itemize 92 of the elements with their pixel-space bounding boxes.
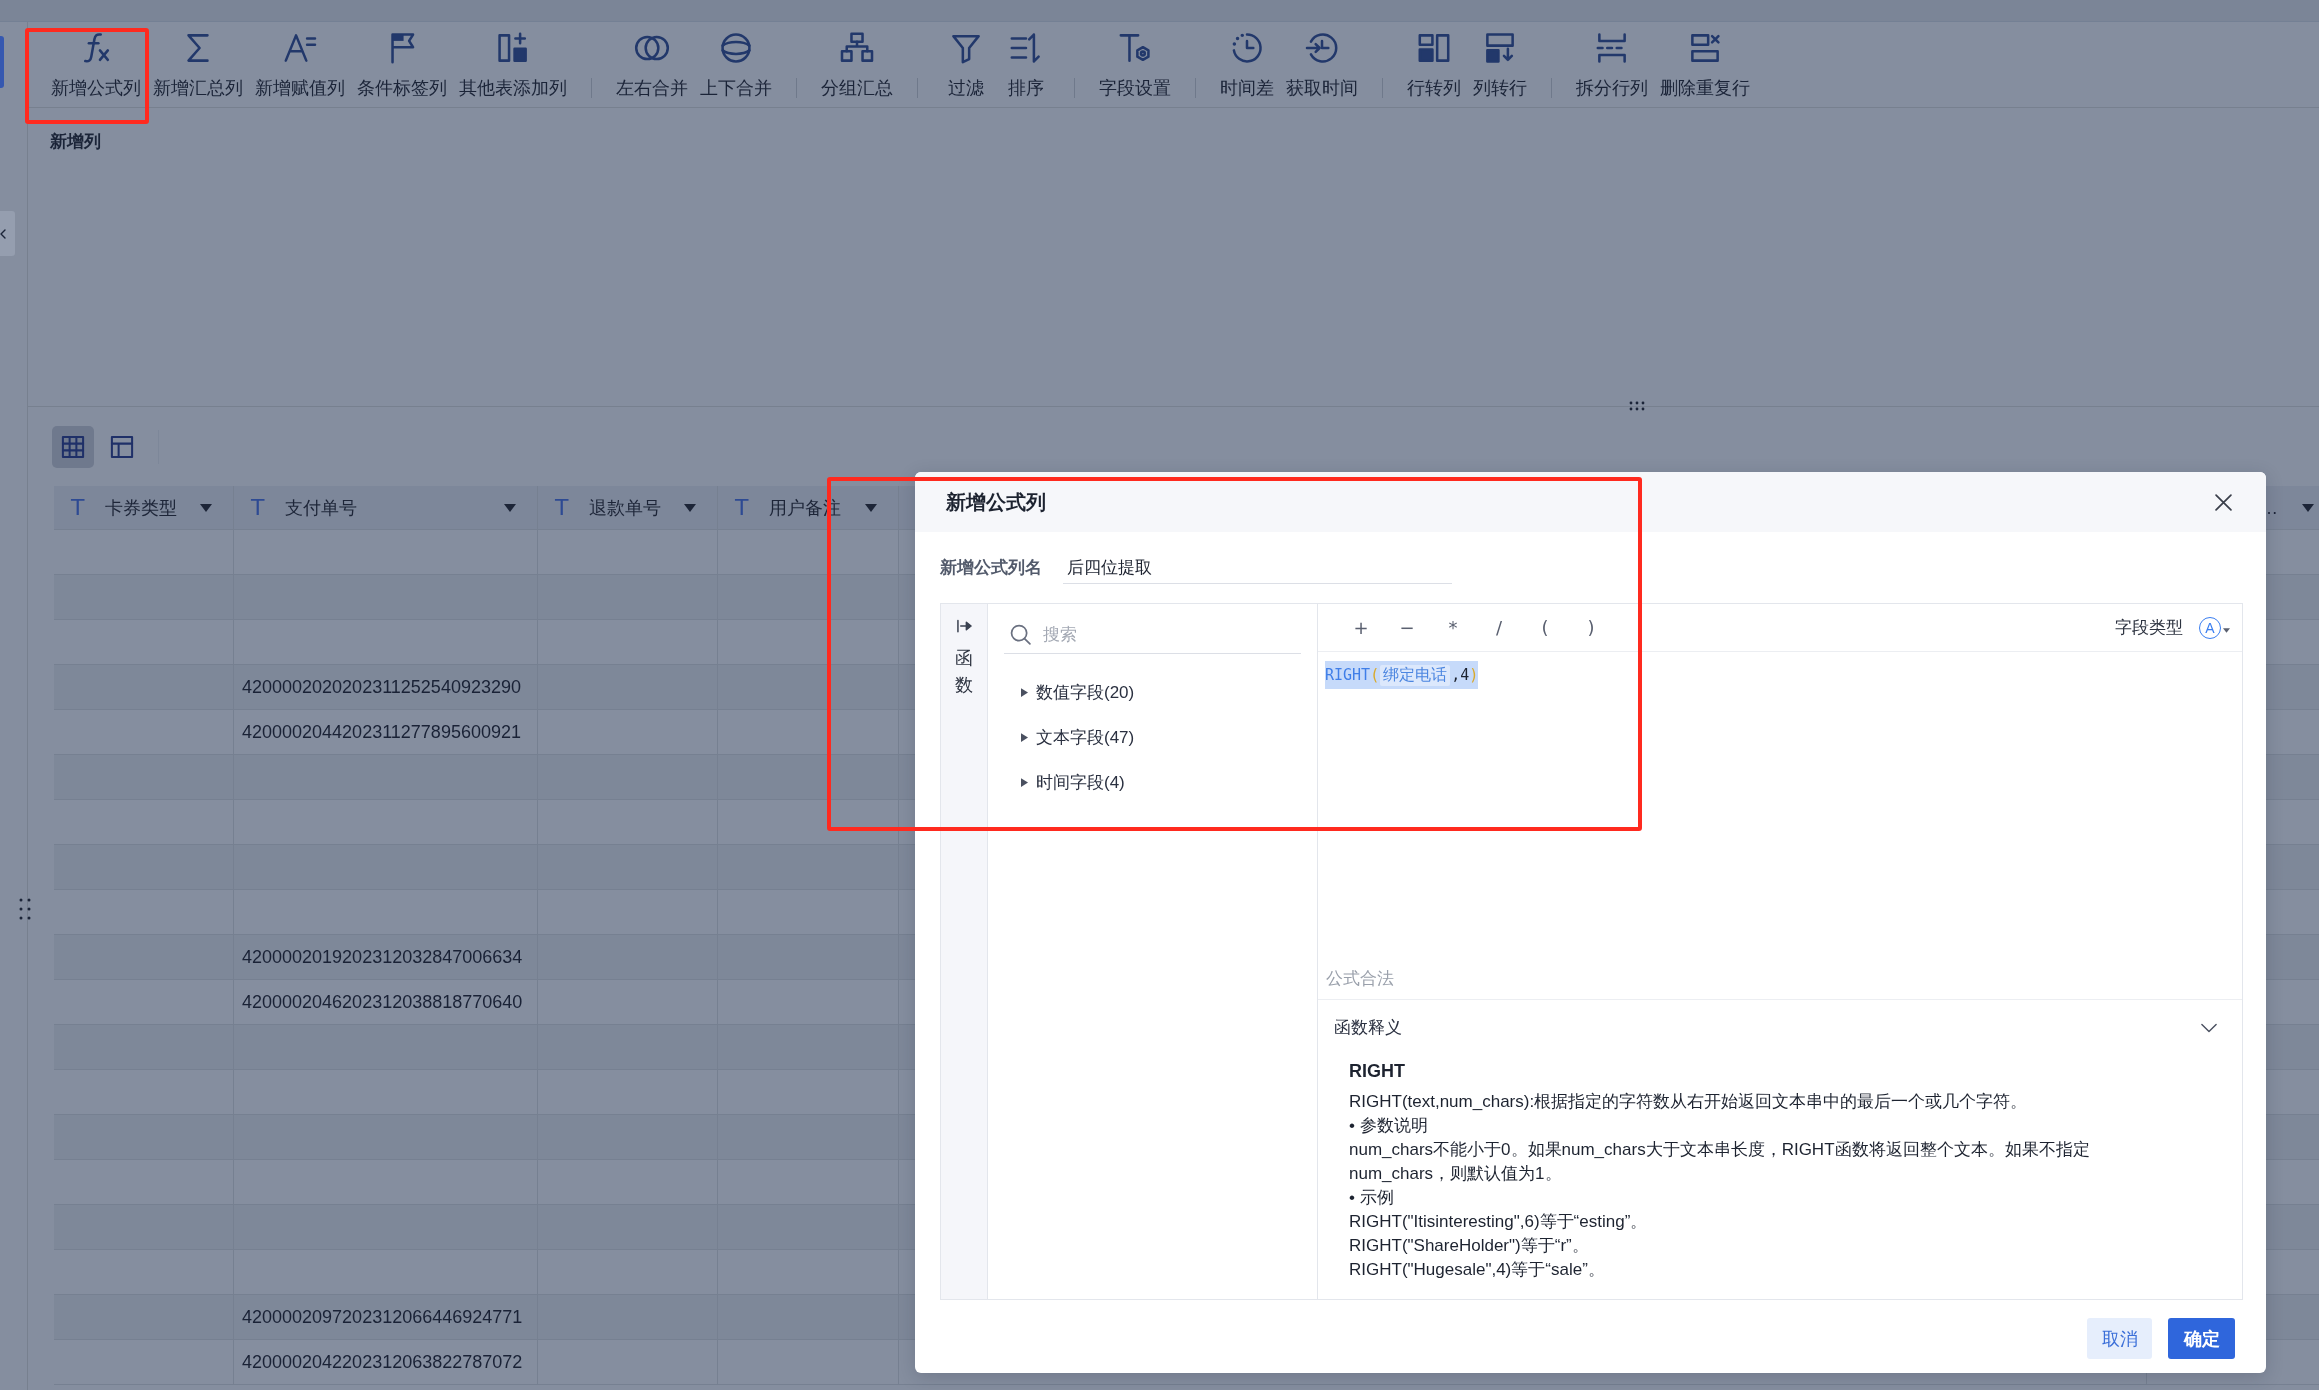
boxes-cross-icon: [1690, 33, 1720, 63]
boxes-icon: [1419, 33, 1449, 63]
table-cell-text: 4200002097202312066446924771: [241, 1306, 523, 1329]
toolbar-button[interactable]: 左右合并: [610, 33, 694, 99]
toolbar-button[interactable]: 分组汇总: [815, 33, 899, 99]
dropdown-caret-icon[interactable]: [504, 503, 516, 512]
toolbar-button[interactable]: 字段设置: [1093, 33, 1177, 99]
columns-plus-icon: [498, 33, 528, 63]
function-tab[interactable]: 函数: [955, 619, 973, 699]
text-type-symbol: T: [71, 494, 85, 521]
toolbar-button[interactable]: 新增汇总列: [147, 33, 249, 99]
confirm-button[interactable]: 确定: [2168, 1318, 2235, 1359]
text-type-symbol: T: [555, 494, 569, 521]
field-label: 新增公式列名: [940, 557, 1042, 579]
description-text: • 参数说明: [1349, 1115, 1429, 1137]
dropdown-caret-icon[interactable]: [2302, 503, 2314, 512]
operator-button[interactable]: /: [1476, 611, 1522, 644]
description-text: RIGHT(text,num_chars):根据指定的字符数从右开始返回文本串中的最后一个或几个字符。: [1349, 1091, 2029, 1113]
text-type-symbol: T: [251, 494, 265, 521]
dotted-clock-icon: [1232, 33, 1262, 63]
toolbar-button[interactable]: 新增赋值列: [249, 33, 351, 99]
search-field[interactable]: 搜索: [1004, 617, 1301, 654]
drag-handle-icon[interactable]: [19, 898, 31, 920]
sort-icon: [1011, 33, 1041, 63]
toolbar-button[interactable]: 列转行: [1467, 33, 1533, 99]
tree-item[interactable]: 时间字段(4): [1004, 760, 1131, 805]
description-text: RIGHT("Hugesale",4)等于“sale”。: [1349, 1259, 1606, 1281]
description-text: num_chars不能小于0。如果num_chars大于文本串长度，RIGHT函数将返回整个文本。如果不指定num_chars，则默认值为1。: [1349, 1139, 2091, 1185]
bar-arrow-icon: [956, 619, 972, 633]
operator-button[interactable]: (: [1522, 611, 1568, 644]
toolbar-button[interactable]: 删除重复行: [1654, 33, 1756, 99]
toolbar-button[interactable]: 行转列: [1401, 33, 1467, 99]
fx-icon: [81, 33, 111, 63]
overlapping-circles-icon: [637, 33, 667, 63]
clock-arrow-icon: [1307, 33, 1337, 63]
toolbar-button[interactable]: 时间差: [1214, 33, 1280, 99]
description-text: RIGHT("ShareHolder")等于“r”。: [1349, 1235, 1590, 1257]
cancel-button[interactable]: 取消: [2087, 1318, 2152, 1359]
table-cell-text: 4200002044202311277895600921: [241, 721, 521, 744]
toolbar-button[interactable]: 其他表添加列: [453, 33, 573, 99]
column-title: 退款单号: [589, 496, 663, 520]
active-indicator: [0, 36, 4, 88]
toolbar-button[interactable]: 排序: [996, 33, 1056, 99]
section-title: 新增列: [50, 131, 101, 153]
column-title: 支付单号: [285, 496, 359, 520]
function-name: RIGHT: [1349, 1060, 1405, 1083]
toolbar-button[interactable]: 过滤: [936, 33, 996, 99]
description-text: RIGHT("Itisinteresting",6)等于“esting”。: [1349, 1211, 1649, 1233]
tree-item[interactable]: 数值字段(20): [1004, 670, 1141, 715]
name-input[interactable]: 后四位提取: [1063, 552, 1452, 584]
column-title: 卡券类型: [105, 496, 179, 520]
operator-button[interactable]: −: [1384, 611, 1430, 644]
grid-icon: [62, 436, 84, 458]
description-text: • 示例: [1349, 1187, 1395, 1209]
a-equals-icon: [285, 33, 315, 63]
search-icon: [1011, 625, 1031, 645]
circle-bands-icon: [721, 33, 751, 63]
dialog-title: 新增公式列: [946, 490, 1046, 515]
caret-down-icon[interactable]: [2223, 628, 2230, 633]
table-cell-text: 4200002042202312063822787072: [241, 1351, 523, 1374]
field-type-button[interactable]: A: [2199, 616, 2221, 639]
table-cell-text: 4200002020202311252540923290: [241, 676, 521, 699]
filter-icon: [951, 33, 981, 63]
panel-layout-icon: [111, 436, 133, 458]
operator-button[interactable]: *: [1430, 611, 1476, 644]
toolbar-button[interactable]: 获取时间: [1280, 33, 1364, 99]
drag-handle-icon[interactable]: [1629, 401, 1645, 411]
operator-button[interactable]: ): [1568, 611, 1614, 644]
text-type-symbol: T: [735, 494, 749, 521]
toolbar-button[interactable]: 新增公式列: [45, 33, 147, 99]
boxes-arrow-icon: [1485, 33, 1515, 63]
formula-status: 公式合法: [1318, 958, 2242, 1000]
close-icon: [2214, 493, 2232, 511]
toolbar-button[interactable]: 拆分行列: [1570, 33, 1654, 99]
dropdown-caret-icon[interactable]: [200, 503, 212, 512]
table-cell-text: 4200002046202312038818770640: [241, 991, 523, 1014]
t-hexagon-icon: [1120, 33, 1150, 63]
formula-text: RIGHT( 绑定电话 ,4): [1325, 661, 1479, 689]
split-dashed-icon: [1597, 33, 1627, 63]
toolbar-button[interactable]: 上下合并: [694, 33, 778, 99]
dropdown-caret-icon[interactable]: [684, 503, 696, 512]
toolbar-button[interactable]: 条件标签列: [351, 33, 453, 99]
tree-item[interactable]: 文本字段(47): [1004, 715, 1141, 760]
formula-editor[interactable]: RIGHT( 绑定电话 ,4): [1318, 652, 2242, 958]
operator-button[interactable]: +: [1338, 611, 1384, 644]
field-type-label: 字段类型: [2115, 617, 2183, 639]
dropdown-caret-icon[interactable]: [865, 503, 877, 512]
table-cell-text: 4200002019202312032847006634: [241, 946, 523, 969]
explanation-toggle[interactable]: 函数释义: [1318, 1000, 2242, 1055]
chevron-left-icon: [1, 229, 5, 238]
org-chart-icon: [842, 33, 872, 63]
view-toggle-button[interactable]: [52, 426, 94, 468]
